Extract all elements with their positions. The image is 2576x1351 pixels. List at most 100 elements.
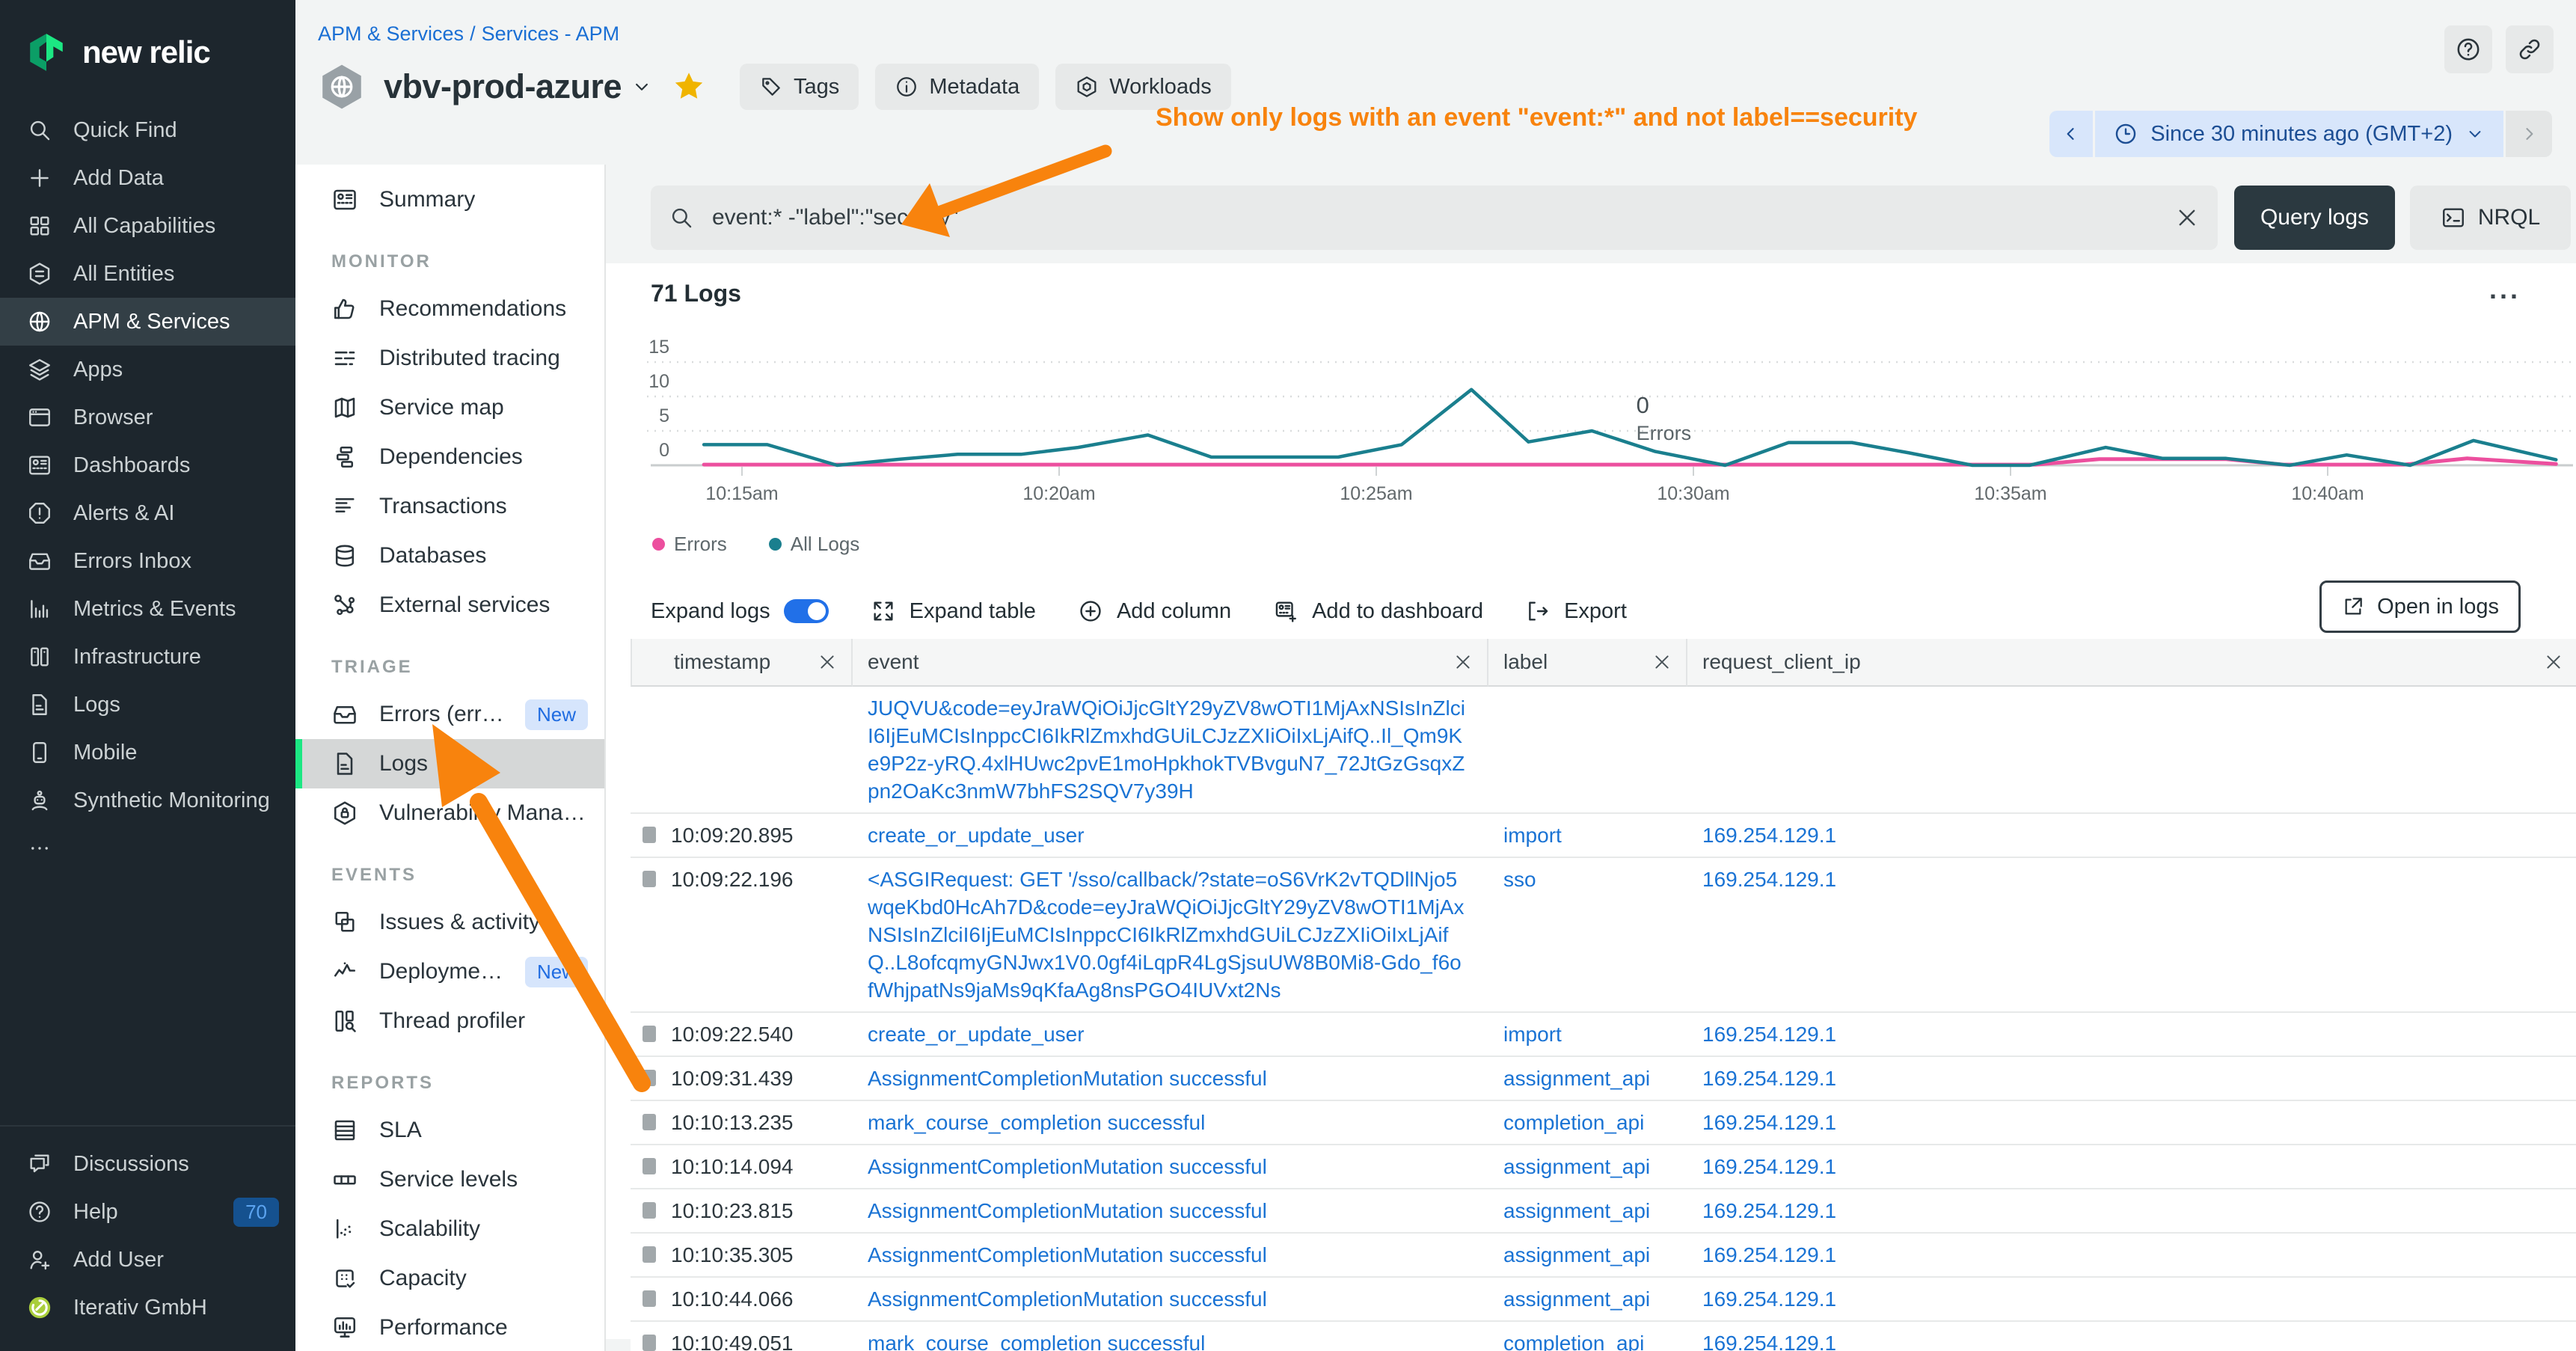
log-search-input[interactable] (711, 204, 2174, 231)
sidebar-item-alerts-ai[interactable]: Alerts & AI (0, 489, 295, 537)
time-back-button[interactable] (2049, 111, 2093, 157)
event-link[interactable]: AssignmentCompletionMutation successful (868, 1155, 1267, 1178)
table-row[interactable]: 10:09:20.895create_or_update_userimport1… (631, 814, 2576, 858)
table-row[interactable]: JUQVU&code=eyJraWQiOiJjcGltY29yZV8wOTI1M… (631, 687, 2576, 814)
service-nav-item-service-levels[interactable]: Service levels (295, 1155, 604, 1204)
service-nav-item-service-map[interactable]: Service map (295, 383, 604, 432)
add-column-button[interactable]: Add column (1078, 598, 1231, 624)
ip-link[interactable]: 169.254.129.1 (1702, 1199, 1836, 1222)
log-row-marker-icon[interactable] (643, 827, 656, 843)
sidebar-item-add-user[interactable]: Add User (0, 1236, 295, 1284)
remove-column-icon[interactable] (1453, 652, 1473, 673)
ip-link[interactable]: 169.254.129.1 (1702, 824, 1836, 847)
column-header-label[interactable]: label (1488, 639, 1687, 687)
service-nav-item-transactions[interactable]: Transactions (295, 482, 604, 531)
table-row[interactable]: 10:10:14.094AssignmentCompletionMutation… (631, 1145, 2576, 1189)
service-nav-item-scalability[interactable]: Scalability (295, 1204, 604, 1254)
favorite-star-icon[interactable] (672, 70, 705, 103)
log-row-marker-icon[interactable] (643, 1335, 656, 1351)
ip-link[interactable]: 169.254.129.1 (1702, 1287, 1836, 1311)
sidebar-item-logs[interactable]: Logs (0, 681, 295, 729)
remove-column-icon[interactable] (817, 652, 838, 673)
service-nav-item-summary[interactable]: Summary (295, 175, 604, 224)
table-row[interactable]: 10:10:23.815AssignmentCompletionMutation… (631, 1189, 2576, 1234)
service-nav-item-issues-activity[interactable]: Issues & activity (295, 898, 604, 947)
event-link[interactable]: mark_course_completion successful (868, 1111, 1205, 1134)
log-row-marker-icon[interactable] (643, 1114, 656, 1130)
service-nav-item-databases[interactable]: Databases (295, 531, 604, 580)
logs-timeseries-chart[interactable]: 05101510:15am10:20am10:25am10:30am10:35a… (606, 263, 2576, 563)
event-link[interactable]: mark_course_completion successful (868, 1332, 1205, 1351)
table-row[interactable]: 10:09:31.439AssignmentCompletionMutation… (631, 1057, 2576, 1101)
entity-title[interactable]: vbv-prod-azure (384, 67, 622, 106)
table-row[interactable]: 10:10:49.051mark_course_completion succe… (631, 1322, 2576, 1351)
service-nav-item-sla[interactable]: SLA (295, 1106, 604, 1155)
table-row[interactable]: 10:10:35.305AssignmentCompletionMutation… (631, 1234, 2576, 1278)
column-header-event[interactable]: event (853, 639, 1488, 687)
sidebar-item-add-data[interactable]: Add Data (0, 154, 295, 202)
service-nav-item-vulnerability-management[interactable]: Vulnerability Management (295, 788, 604, 838)
legend-item-all-logs[interactable]: All Logs (769, 533, 860, 556)
sidebar-item-help[interactable]: Help70 (0, 1188, 295, 1236)
table-row[interactable]: 10:10:13.235mark_course_completion succe… (631, 1101, 2576, 1145)
remove-column-icon[interactable] (2543, 652, 2564, 673)
ip-link[interactable]: 169.254.129.1 (1702, 1111, 1836, 1134)
table-row[interactable]: 10:09:22.540create_or_update_userimport1… (631, 1013, 2576, 1057)
ip-link[interactable]: 169.254.129.1 (1702, 1023, 1836, 1046)
time-forward-button[interactable] (2506, 111, 2552, 157)
sidebar-item-apps[interactable]: Apps (0, 346, 295, 393)
log-row-marker-icon[interactable] (643, 1290, 656, 1307)
legend-item-errors[interactable]: Errors (652, 533, 727, 556)
label-link[interactable]: assignment_api (1503, 1287, 1650, 1311)
service-nav-item-logs[interactable]: Logs (295, 739, 604, 788)
sidebar-item-discussions[interactable]: Discussions (0, 1140, 295, 1188)
sidebar-item-dashboards[interactable]: Dashboards (0, 441, 295, 489)
sidebar-item-browser[interactable]: Browser (0, 393, 295, 441)
sidebar-item-apm-services[interactable]: APM & Services (0, 298, 295, 346)
sidebar-item-metrics-events[interactable]: Metrics & Events (0, 585, 295, 633)
event-link[interactable]: <ASGIRequest: GET '/sso/callback/?state=… (868, 868, 1465, 1002)
log-row-marker-icon[interactable] (643, 1246, 656, 1263)
expand-logs-toggle[interactable] (784, 599, 829, 623)
ip-link[interactable]: 169.254.129.1 (1702, 1067, 1836, 1090)
log-row-marker-icon[interactable] (643, 1202, 656, 1219)
sidebar-item-all-capabilities[interactable]: All Capabilities (0, 202, 295, 250)
log-row-marker-icon[interactable] (643, 1070, 656, 1086)
export-button[interactable]: Export (1525, 598, 1627, 624)
log-row-marker-icon[interactable] (643, 1026, 656, 1042)
sidebar-item-errors-inbox[interactable]: Errors Inbox (0, 537, 295, 585)
event-link[interactable]: AssignmentCompletionMutation successful (868, 1199, 1267, 1222)
table-row[interactable]: 10:09:22.196<ASGIRequest: GET '/sso/call… (631, 858, 2576, 1013)
breadcrumb-apm-services[interactable]: APM & Services (318, 22, 464, 45)
service-nav-item-errors-errors-inb-[interactable]: Errors (errors inb...New (295, 690, 604, 739)
label-link[interactable]: assignment_api (1503, 1155, 1650, 1178)
ip-link[interactable]: 169.254.129.1 (1702, 1155, 1836, 1178)
time-range-button[interactable]: Since 30 minutes ago (GMT+2) (2095, 111, 2503, 157)
help-button[interactable] (2444, 25, 2492, 73)
open-in-logs-button[interactable]: Open in logs (2319, 580, 2521, 633)
remove-column-icon[interactable] (1652, 652, 1672, 673)
sidebar-item-quick-find[interactable]: Quick Find (0, 106, 295, 154)
expand-logs-toggle-group[interactable]: Expand logs (651, 599, 829, 624)
breadcrumb-services-apm[interactable]: Services - APM (482, 22, 620, 45)
column-header-timestamp[interactable]: timestamp (631, 639, 853, 687)
label-link[interactable]: completion_api (1503, 1332, 1644, 1351)
service-nav-item-thread-profiler[interactable]: Thread profiler (295, 996, 604, 1046)
entity-chevron-down-icon[interactable] (631, 76, 653, 98)
clear-search-icon[interactable] (2174, 205, 2200, 230)
label-link[interactable]: import (1503, 824, 1562, 847)
sidebar-item-all-entities[interactable]: All Entities (0, 250, 295, 298)
log-row-marker-icon[interactable] (643, 1158, 656, 1174)
table-row[interactable]: 10:10:44.066AssignmentCompletionMutation… (631, 1278, 2576, 1322)
ip-link[interactable]: 169.254.129.1 (1702, 1332, 1836, 1351)
event-link[interactable]: AssignmentCompletionMutation successful (868, 1067, 1267, 1090)
sidebar-item-infrastructure[interactable]: Infrastructure (0, 633, 295, 681)
service-nav-item-recommendations[interactable]: Recommendations (295, 284, 604, 334)
sidebar-item-mobile[interactable]: Mobile (0, 729, 295, 776)
service-nav-item-capacity[interactable]: Capacity (295, 1254, 604, 1303)
label-link[interactable]: assignment_api (1503, 1199, 1650, 1222)
tags-button[interactable]: Tags (740, 64, 859, 110)
query-logs-button[interactable]: Query logs (2234, 186, 2395, 250)
label-link[interactable]: assignment_api (1503, 1243, 1650, 1266)
ip-link[interactable]: 169.254.129.1 (1702, 868, 1836, 891)
